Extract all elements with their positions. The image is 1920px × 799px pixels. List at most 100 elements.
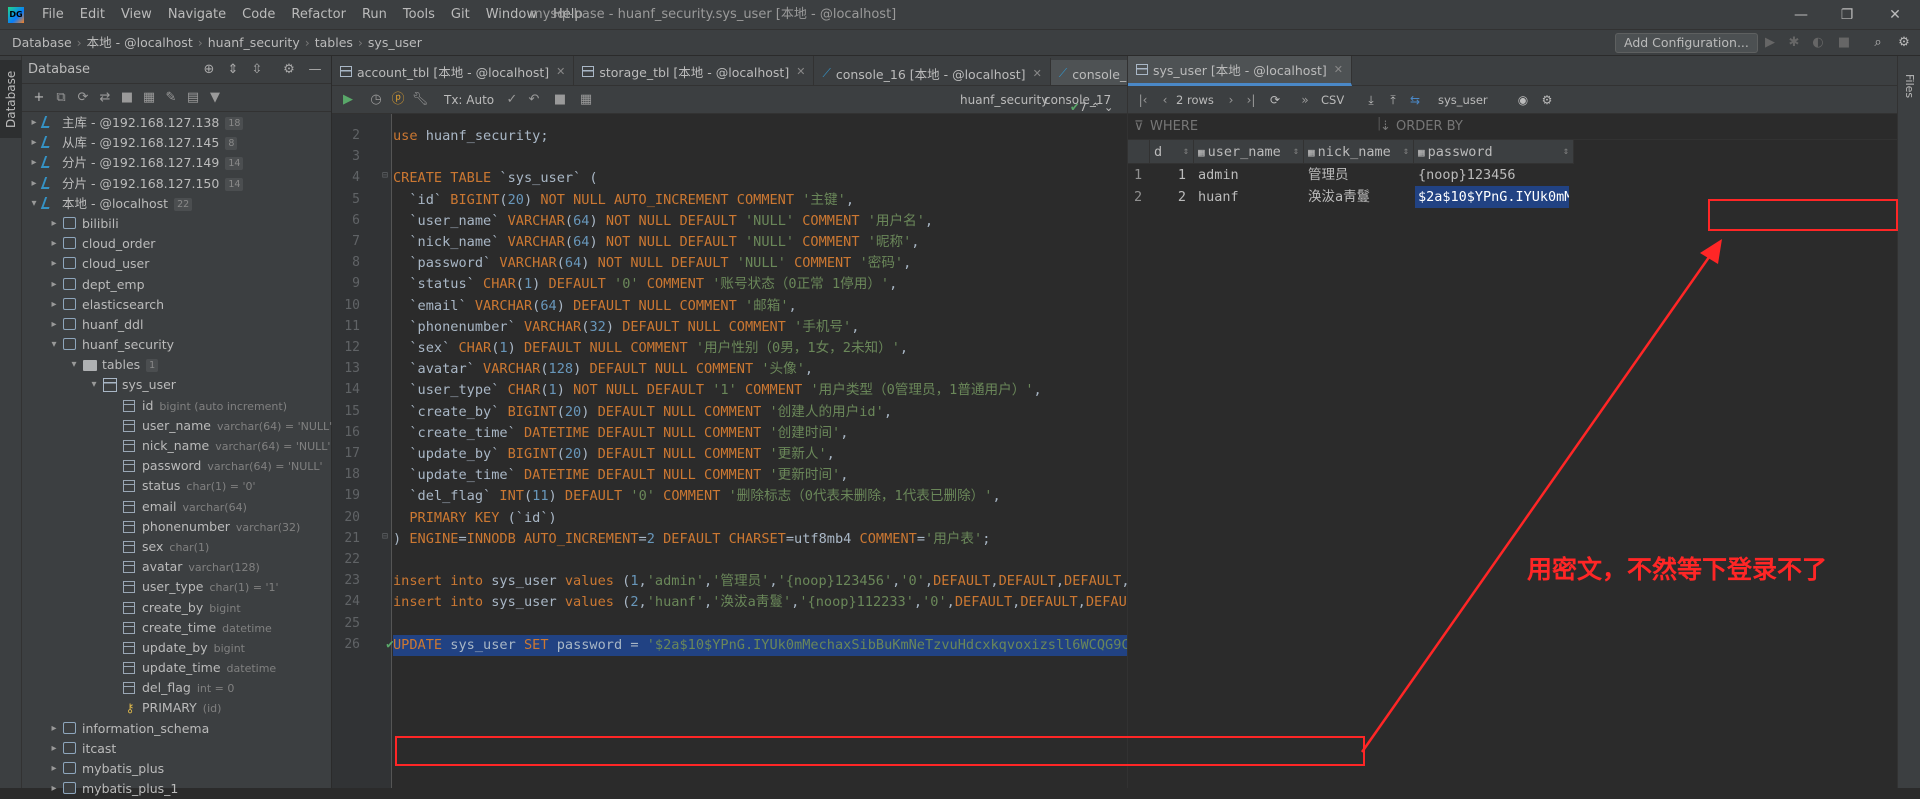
tree-node[interactable]: email varchar(64) [22,497,332,517]
tx-mode-dropdown[interactable]: Tx: Auto [444,86,494,114]
code-line[interactable]: use huanf_security; [393,126,549,147]
download-icon[interactable]: ⤓ [1362,90,1380,110]
breadcrumb-item[interactable]: sys_user [364,30,426,56]
stop-icon[interactable]: ■ [1834,33,1854,53]
explain-plan-icon[interactable]: ⓟ [388,90,408,110]
code-line[interactable]: `del_flag` INT(11) DEFAULT '0' COMMENT '… [393,486,1000,507]
tree-node[interactable]: update_time datetime [22,658,332,678]
export-format-dropdown[interactable]: CSV [1321,86,1344,114]
code-line[interactable]: `update_time` DATETIME DEFAULT NULL COMM… [393,465,848,486]
database-toolwindow-tab[interactable]: Database [0,60,22,138]
code-line[interactable]: `phonenumber` VARCHAR(32) DEFAULT NULL C… [393,317,859,338]
tree-node[interactable]: id bigint (auto increment) [22,396,332,416]
menu-run[interactable]: Run [354,0,395,30]
run-icon[interactable]: ▶ [1760,33,1780,53]
menu-tools[interactable]: Tools [395,0,443,30]
column-header[interactable]: ▦ user_name ⇕ [1194,140,1304,164]
sort-icon[interactable]: ⇕ [1563,140,1569,164]
fold-marker-icon[interactable]: ⊟ [378,531,388,542]
edit-icon[interactable]: ✎ [160,87,182,109]
expand-chevron-icon[interactable]: ▸ [28,174,40,194]
add-configuration-button[interactable]: Add Configuration... [1615,33,1758,53]
tree-node[interactable]: create_by bigint [22,598,332,618]
tree-node[interactable]: del_flag int = 0 [22,678,332,698]
code-line[interactable]: `password` VARCHAR(64) NOT NULL DEFAULT … [393,253,911,274]
expand-chevron-icon[interactable]: ▸ [48,214,60,234]
hide-panel-icon[interactable]: — [306,61,324,79]
tree-node[interactable]: user_type char(1) = '1' [22,577,332,597]
inspection-widget[interactable]: ✔7 ⌃ ⌄ [1070,100,1114,114]
restore-icon[interactable]: ❐ [1824,0,1870,30]
sort-icon[interactable]: ⇕ [1403,140,1409,164]
more-icon[interactable]: » [1296,90,1314,110]
properties-icon[interactable]: ⧉ [50,87,72,109]
tree-node[interactable]: sex char(1) [22,537,332,557]
table-icon[interactable]: ▦ [138,87,160,109]
sync-icon[interactable]: ⇄ [94,87,116,109]
breadcrumb-item[interactable]: huanf_security [204,30,304,56]
expand-all-icon[interactable]: ⇕ [224,61,242,79]
tree-node[interactable]: update_by bigint [22,638,332,658]
close-tab-icon[interactable]: ✕ [1033,67,1042,80]
column-header[interactable]: d ⇕ [1150,140,1194,164]
tree-node[interactable]: ▸ mybatis_plus_1 [22,779,332,799]
editor-tab[interactable]: ⟋ console_16 [本地 - @localhost] ✕ [814,58,1051,85]
table-cell[interactable]: 涣沷a靑鬘 [1308,186,1412,208]
code-line[interactable]: `id` BIGINT(20) NOT NULL AUTO_INCREMENT … [393,190,854,211]
code-line[interactable]: `nick_name` VARCHAR(64) NOT NULL DEFAULT… [393,232,919,253]
settings-icon[interactable]: ⚙ [1894,33,1914,53]
rollback-icon[interactable]: ↶ [524,90,544,110]
expand-chevron-icon[interactable]: ▸ [48,739,60,759]
sort-icon[interactable]: ⇕ [1293,140,1299,164]
view-icon[interactable]: ◉ [1514,90,1532,110]
search-icon[interactable]: ⌕ [1868,33,1888,53]
last-page-icon[interactable]: ›| [1242,90,1260,110]
breadcrumb-item[interactable]: tables [311,30,357,56]
refresh-icon[interactable]: ⟳ [1266,90,1284,110]
code-line[interactable]: insert into sys_user values (1,'admin','… [393,571,1127,592]
tree-node[interactable]: ▸ cloud_order [22,234,332,254]
table-cell[interactable]: 2 [1154,186,1192,208]
editor-tab[interactable]: account_tbl [本地 - @localhost] ✕ [332,56,575,85]
expand-chevron-icon[interactable]: ▸ [48,234,60,254]
breadcrumb-item[interactable]: 本地 - @localhost [83,30,197,56]
target-icon[interactable]: ⊕ [200,61,218,79]
debug-icon[interactable]: ✱ [1784,33,1804,53]
expand-chevron-icon[interactable]: ▸ [28,113,40,133]
expand-chevron-icon[interactable]: ▸ [48,275,60,295]
next-page-icon[interactable]: › [1222,90,1240,110]
code-line[interactable]: `avatar` VARCHAR(128) DEFAULT NULL COMME… [393,359,813,380]
tree-node[interactable]: create_time datetime [22,618,332,638]
expand-chevron-icon[interactable]: ▸ [28,133,40,153]
code-line[interactable]: PRIMARY KEY (`id`) [393,508,556,529]
expand-chevron-icon[interactable]: ▸ [48,295,60,315]
code-line[interactable]: `user_name` VARCHAR(64) NOT NULL DEFAULT… [393,211,933,232]
selected-code-line[interactable]: UPDATE sys_user SET password = '$2a$10$Y… [393,634,1127,656]
console-icon[interactable]: ▤ [182,87,204,109]
code-line[interactable]: CREATE TABLE `sys_user` ( [393,168,598,189]
settings-icon[interactable]: ⚙ [1538,90,1556,110]
rows-count-dropdown[interactable]: 2 rows [1176,86,1214,114]
commit-icon[interactable]: ✓ [502,90,522,110]
tree-node[interactable]: ▸ 从库 - @192.168.127.145 8 [22,133,332,153]
tree-node[interactable]: status char(1) = '0' [22,476,332,496]
where-input[interactable]: WHERE [1150,119,1198,134]
upload-icon[interactable]: ⤒ [1384,90,1402,110]
compare-icon[interactable]: ⇆ [1406,90,1424,110]
order-by-input[interactable]: ORDER BY [1396,119,1463,134]
schema-selector[interactable]: huanf_security [960,86,1048,114]
menu-git[interactable]: Git [443,0,478,30]
code-line[interactable]: `email` VARCHAR(64) DEFAULT NULL COMMENT… [393,296,796,317]
tree-node[interactable]: ▸ information_schema [22,719,332,739]
tree-node[interactable]: ⚷ PRIMARY (id) [22,698,332,718]
tab-sys-user-results[interactable]: sys_user [本地 - @localhost] ✕ [1128,55,1352,86]
table-cell[interactable]: huanf [1198,186,1302,208]
tree-node[interactable]: ▸ mybatis_plus [22,759,332,779]
tree-node[interactable]: ▸ cloud_user [22,254,332,274]
expand-chevron-icon[interactable]: ▸ [48,315,60,335]
tree-node[interactable]: ▸ itcast [22,739,332,759]
tree-node[interactable]: password varchar(64) = 'NULL' [22,456,332,476]
tree-node[interactable]: ▾ huanf_security [22,335,332,355]
table-cell[interactable]: $2a$10$YPnG.IYUk0mM… [1415,186,1569,208]
code-line[interactable]: ) ENGINE=INNODB AUTO_INCREMENT=2 DEFAULT… [393,529,990,550]
